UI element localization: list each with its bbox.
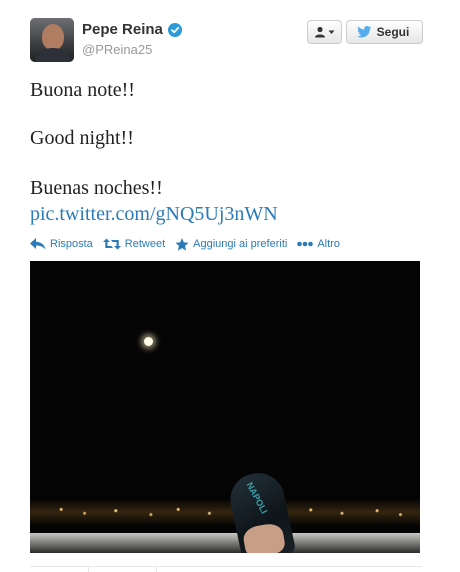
user-actions-button[interactable] (307, 20, 342, 44)
author-fullname-row[interactable]: Pepe Reina (82, 21, 182, 38)
photo-city-lights (30, 499, 420, 525)
photo-railing (30, 533, 420, 553)
twitter-bird-icon (356, 26, 372, 38)
follow-label: Segui (376, 25, 410, 39)
star-icon (175, 237, 189, 251)
more-label: Altro (317, 238, 340, 250)
avatar[interactable] (30, 18, 74, 62)
tweet-text-line-2: Good night!! (30, 127, 134, 149)
retweet-icon (102, 238, 121, 250)
reply-icon (30, 238, 46, 250)
tweet-actions: Risposta Retweet Aggiungi ai preferiti A… (30, 235, 350, 253)
follow-button[interactable]: Segui (346, 20, 423, 44)
retweet-action[interactable]: Retweet (102, 238, 166, 250)
more-icon (297, 241, 314, 247)
reply-action[interactable]: Risposta (30, 238, 93, 250)
user-icon (315, 26, 325, 38)
footer-divider-tick (88, 566, 89, 572)
more-action[interactable]: Altro (297, 238, 340, 250)
reply-label: Risposta (50, 238, 93, 250)
tweet-text-line-3: Buenas noches!! (30, 177, 163, 199)
tweet-media-link[interactable]: pic.twitter.com/gNQ5Uj3nWN (30, 202, 278, 226)
favorite-label: Aggiungi ai preferiti (193, 238, 288, 250)
favorite-action[interactable]: Aggiungi ai preferiti (175, 237, 288, 251)
author-fullname[interactable]: Pepe Reina (82, 21, 163, 38)
caret-down-icon (328, 30, 335, 34)
footer-divider-tick (156, 566, 157, 572)
verified-badge-icon (167, 22, 182, 37)
photo-moon (144, 337, 153, 346)
author-username[interactable]: @PReina25 (82, 42, 152, 57)
tweet-text-line-1: Buona note!! (30, 79, 135, 101)
tweet-photo[interactable]: NAPOLI (30, 261, 420, 553)
retweet-label: Retweet (124, 238, 166, 250)
tweet-card: Pepe Reina @PReina25 Segui Buona note!! … (0, 0, 460, 572)
